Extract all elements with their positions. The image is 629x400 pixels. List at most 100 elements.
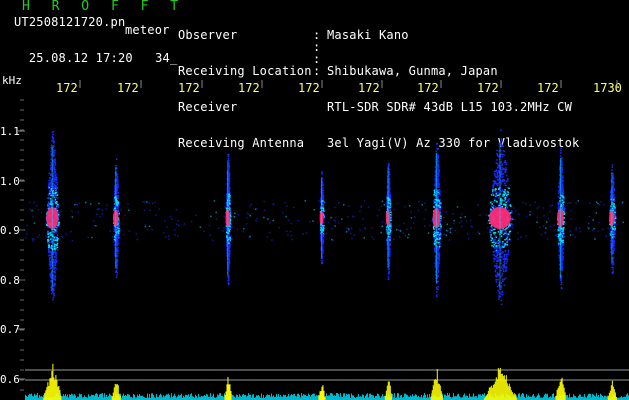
noise-pixel (448, 239, 451, 241)
noise-pixel (363, 237, 365, 239)
power-sample (213, 393, 214, 400)
noise-pixel (486, 214, 488, 216)
noise-pixel (546, 238, 549, 240)
power-sample (283, 394, 284, 400)
power-sample (185, 394, 186, 400)
echo-pixel (437, 199, 440, 201)
echo-pixel (562, 195, 564, 197)
noise-pixel (56, 230, 58, 233)
power-sample (253, 394, 254, 400)
echo-pixel (117, 237, 119, 239)
noise-pixel (608, 229, 611, 232)
noise-pixel (603, 204, 605, 206)
echo-pixel (54, 162, 57, 165)
noise-pixel (312, 220, 314, 222)
power-sample (25, 394, 26, 400)
echo-pixel (501, 164, 503, 166)
noise-pixel (128, 230, 131, 232)
noise-pixel (507, 204, 510, 206)
power-sample (126, 395, 127, 400)
power-sample (278, 394, 279, 400)
noise-pixel (285, 230, 288, 233)
echo-pixel (228, 169, 230, 171)
power-sample (248, 393, 249, 400)
power-sample (122, 395, 123, 400)
noise-pixel (345, 231, 348, 233)
echo-pixel (52, 188, 55, 190)
noise-pixel (383, 204, 386, 206)
echo-pixel (497, 184, 499, 187)
power-sample (102, 393, 103, 400)
power-sample (99, 394, 100, 400)
echo-pixel (50, 144, 53, 147)
spectrogram: 172 172 172 172 172 172 172 172 172 1730 kHz 1.11… (0, 74, 629, 400)
echo-pixel (387, 272, 390, 275)
echo-pixel (492, 194, 495, 196)
power-sample (187, 395, 188, 400)
power-sample (298, 393, 299, 400)
echo-pixel (116, 243, 119, 246)
noise-pixel (271, 239, 273, 241)
noise-pixel (266, 236, 268, 238)
echo-pixel (558, 189, 561, 191)
echo-pixel (505, 267, 508, 269)
noise-pixel (341, 218, 343, 220)
noise-pixel (459, 221, 461, 224)
noise-pixel (568, 202, 570, 204)
power-sample (123, 393, 124, 400)
echo-pixel (116, 187, 118, 190)
noise-pixel (331, 238, 333, 241)
echo-pixel (49, 174, 52, 177)
echo-pixel (439, 231, 442, 234)
frequency-axis: 1.11.00.90.80.70.6 (0, 99, 25, 391)
echo-pixel (504, 182, 506, 185)
echo-pixel (506, 238, 508, 240)
echo-pixel (225, 227, 228, 230)
echo-pixel (506, 258, 509, 261)
time-tick-label: 172 (537, 81, 559, 95)
power-sample (246, 396, 247, 400)
echo-pixel (48, 182, 50, 184)
echo-pixel (55, 200, 58, 203)
echo-pixel (54, 239, 57, 242)
power-sample (222, 395, 223, 400)
noise-pixel (589, 202, 591, 204)
noise-pixel (33, 238, 35, 240)
power-sample (258, 394, 259, 400)
echo-pixel (612, 178, 615, 181)
echo-pixel (390, 211, 392, 213)
noise-pixel (136, 238, 139, 241)
power-sample (28, 395, 29, 400)
freq-tick-label: 0.7 (0, 323, 20, 336)
noise-pixel (477, 204, 479, 206)
echo-pixel (54, 274, 56, 277)
echo-pixel (116, 249, 118, 251)
power-sample (308, 393, 309, 400)
noise-pixel (607, 227, 609, 230)
echo-pixel (433, 232, 436, 235)
echo-pixel (558, 242, 560, 245)
noise-pixel (93, 224, 96, 227)
echo-pixel (50, 198, 52, 200)
noise-pixel (406, 228, 408, 230)
echo-pixel (434, 240, 436, 242)
power-sample (252, 394, 253, 400)
echo-pixel (56, 227, 58, 229)
echo-pixel (560, 287, 563, 290)
echo-pixel (53, 180, 55, 182)
power-sample (180, 394, 181, 400)
noise-pixel (545, 227, 547, 229)
echo-pixel (54, 248, 56, 251)
echo-pixel (439, 237, 441, 239)
echo-pixel (113, 238, 116, 241)
echo-pixel (504, 159, 507, 162)
echo-pixel (52, 133, 54, 136)
echo-pixel (433, 237, 436, 239)
noise-pixel (518, 213, 520, 216)
echo-pixel (500, 232, 503, 234)
echo-pixel (507, 193, 509, 196)
noise-pixel (512, 225, 514, 227)
noise-pixel (286, 205, 288, 207)
echo-pixel (613, 231, 616, 234)
echo-pixel (52, 136, 54, 138)
